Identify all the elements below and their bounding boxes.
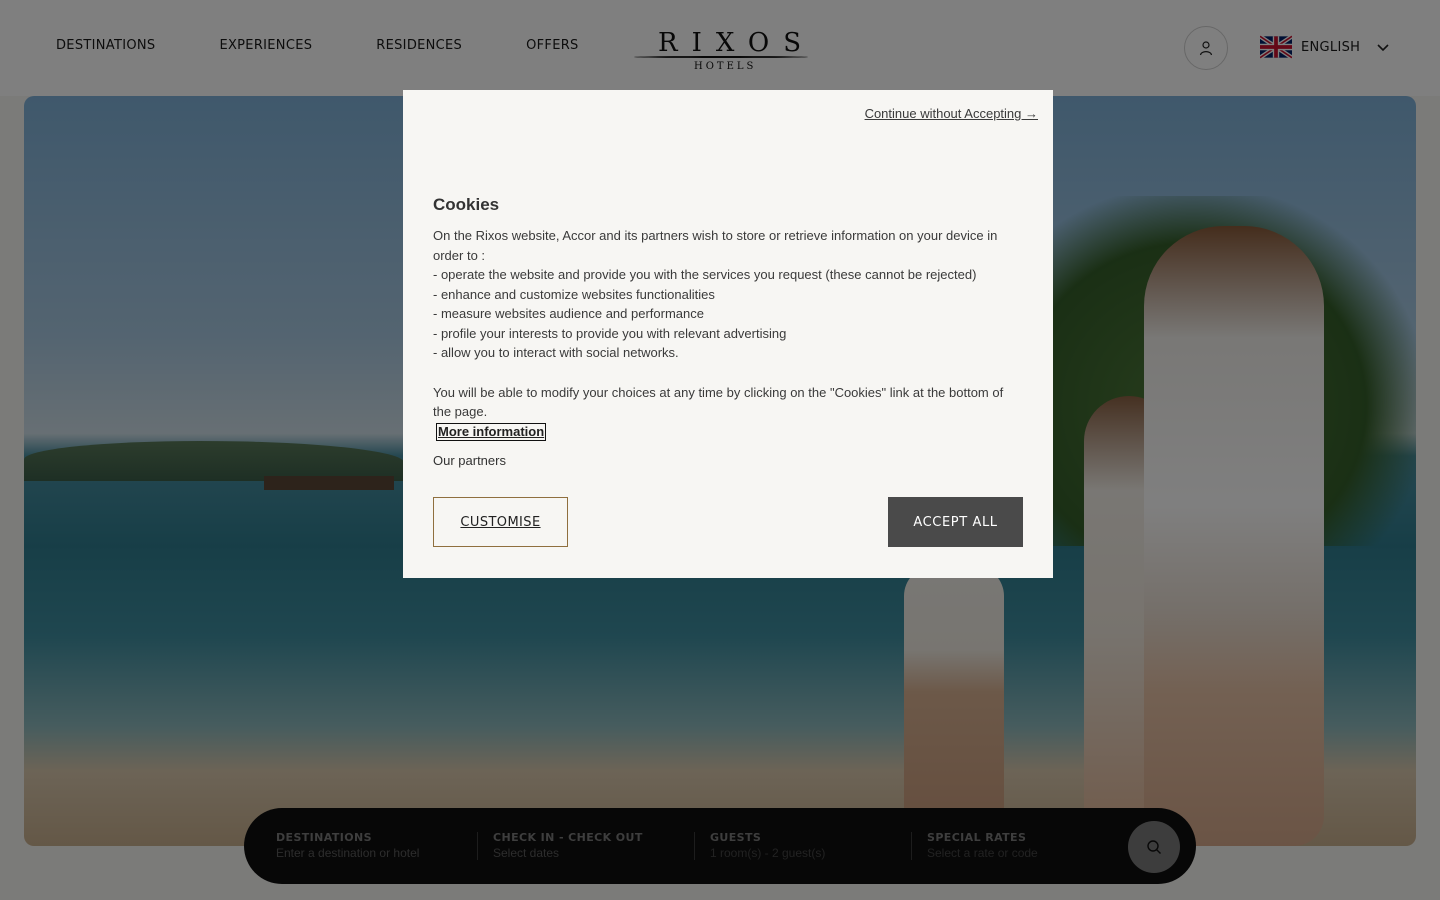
purpose-item: - enhance and customize websites functio… [433,286,715,302]
more-information-link[interactable]: More information [436,423,547,441]
our-partners-link[interactable]: Our partners [433,453,506,468]
modal-title: Cookies [433,195,500,214]
intro-text: On the Rixos website, Accor and its part… [433,228,998,263]
modify-note: You will be able to modify your choices … [433,384,1004,420]
customise-button[interactable]: CUSTOMISE [433,497,568,547]
purpose-item: - profile your interests to provide you … [433,325,787,341]
cookie-consent-modal: Continue without Accepting → Cookies On … [403,90,1053,578]
purpose-item: - operate the website and provide you wi… [433,267,977,282]
purpose-item: - measure websites audience and performa… [433,306,704,321]
modal-body: On the Rixos website, Accor and its part… [433,226,1023,422]
purpose-item: - allow you to interact with social netw… [433,345,679,360]
accept-all-button[interactable]: ACCEPT ALL [888,497,1023,547]
continue-without-accepting-link[interactable]: Continue without Accepting → [865,106,1038,121]
